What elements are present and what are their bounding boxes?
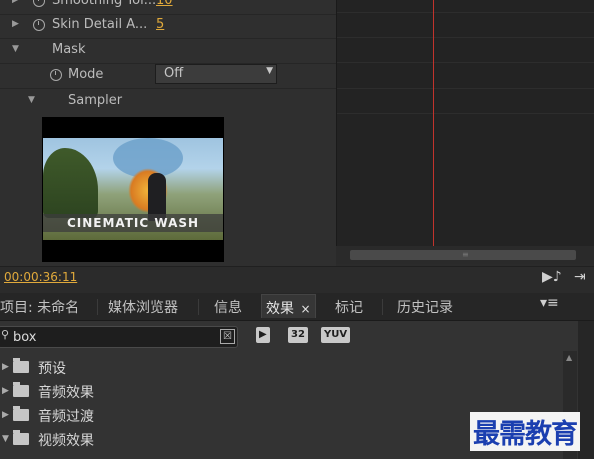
param-value[interactable]: 10 [156, 0, 173, 8]
expand-icon[interactable]: ▶ [12, 0, 19, 5]
tree-item-label: 音频效果 [38, 385, 94, 401]
folder-icon [13, 382, 29, 397]
expand-icon[interactable]: ▶ [2, 410, 9, 420]
audio-play-icon[interactable]: ▶♪ [542, 269, 562, 285]
tree-item-label: 视频效果 [38, 433, 94, 449]
expand-icon[interactable]: ▶ [12, 19, 19, 29]
param-row-mask[interactable]: ▼ Mask [0, 38, 336, 64]
yuv-effects-button[interactable]: YUV [321, 327, 351, 343]
tab-info[interactable]: 信息 [214, 297, 242, 317]
tree-item-label: 音频过渡 [38, 409, 94, 425]
param-value[interactable]: 5 [156, 17, 164, 32]
search-icon: ⚲ [1, 328, 10, 341]
mode-dropdown-value: Off [164, 66, 184, 81]
tab-label: 效果 [266, 301, 294, 317]
32bit-effects-button[interactable]: 32 [288, 327, 308, 343]
expand-icon[interactable]: ▶ [2, 362, 9, 372]
scroll-grip-icon: ≡ [462, 250, 469, 259]
scroll-up-icon[interactable]: ▲ [566, 353, 572, 362]
timecode[interactable]: 00:00:36:11 [4, 270, 77, 284]
collapse-icon[interactable]: ▼ [28, 95, 35, 105]
stopwatch-icon[interactable] [33, 0, 45, 7]
timecode-row: 00:00:36:11 ▶♪ ⇥ [0, 266, 594, 291]
sampler-image: CINEMATIC WASH [43, 138, 223, 240]
stopwatch-icon[interactable] [33, 19, 45, 31]
param-label: Mask [52, 42, 86, 57]
tab-project[interactable]: 项目: 未命名 [0, 297, 79, 317]
folder-icon [13, 406, 29, 421]
watermark-logo: 最需教育 [470, 412, 580, 451]
panel-tabbar: 项目: 未命名 媒体浏览器 信息 效果 × 标记 历史记录 ▾≡ [0, 293, 594, 321]
sampler-caption: CINEMATIC WASH [66, 216, 200, 230]
param-row-sampler[interactable]: ▼ Sampler [0, 89, 336, 114]
accelerated-effects-button[interactable]: ▶ [256, 327, 270, 343]
mode-dropdown[interactable]: Off ▼ [155, 64, 277, 84]
folder-icon [13, 358, 29, 373]
tab-markers[interactable]: 标记 [335, 297, 363, 317]
timeline-area[interactable] [336, 0, 594, 246]
chevron-down-icon: ▼ [266, 66, 273, 76]
expand-icon[interactable]: ▶ [2, 386, 9, 396]
tab-history[interactable]: 历史记录 [397, 297, 453, 317]
param-label: Smoothing Tol... [52, 0, 157, 8]
search-box[interactable]: ⚲ ☒ [0, 326, 238, 348]
tree-item-label: 预设 [38, 361, 66, 377]
collapse-icon[interactable]: ▼ [2, 434, 9, 444]
playhead-line[interactable] [433, 0, 434, 246]
search-input[interactable] [13, 328, 213, 346]
clear-search-icon[interactable]: ☒ [220, 329, 235, 344]
effect-controls-panel: ▶ Smoothing Tol... 10 ▶ Skin Detail A...… [0, 0, 336, 266]
export-frame-icon[interactable]: ⇥ [574, 269, 586, 285]
param-row-skin-detail[interactable]: ▶ Skin Detail A... 5 [0, 13, 336, 39]
collapse-icon[interactable]: ▼ [12, 44, 19, 54]
tree-item-audio-effects[interactable]: ▶ 音频效果 [0, 381, 560, 404]
param-label: Skin Detail A... [52, 17, 148, 32]
close-icon[interactable]: × [300, 302, 310, 316]
tab-media-browser[interactable]: 媒体浏览器 [108, 297, 178, 317]
param-label: Mode [68, 67, 104, 82]
param-label: Sampler [68, 93, 123, 108]
sampler-thumbnail[interactable]: CINEMATIC WASH [42, 117, 224, 262]
panel-menu-icon[interactable]: ▾≡ [540, 295, 559, 311]
tab-effects[interactable]: 效果 × [261, 294, 316, 318]
tree-item-presets[interactable]: ▶ 预设 [0, 357, 560, 380]
folder-icon [13, 430, 29, 445]
stopwatch-icon[interactable] [50, 69, 62, 81]
